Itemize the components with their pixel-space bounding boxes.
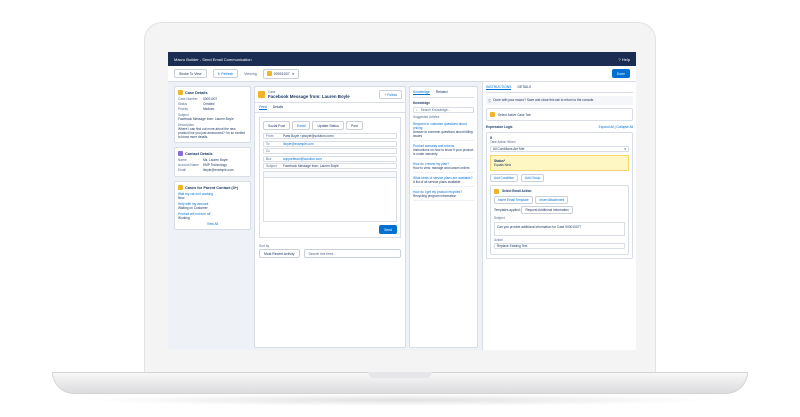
- card-title: Case Details: [185, 90, 208, 95]
- email-action-block: Select Email Action Insert Email Templat…: [490, 184, 629, 255]
- if-block: If Take Action When All Conditions Are M…: [486, 132, 633, 259]
- tab-update-status[interactable]: Update Status: [312, 121, 344, 130]
- tab-social-post[interactable]: Social Post: [263, 121, 290, 130]
- viewing-label: Viewing: [244, 71, 257, 76]
- screen: Macro Builder - Send Email Communication…: [168, 52, 636, 350]
- case-feed-panel: Case Facebook Message from: Lauren Boyle…: [254, 86, 406, 348]
- view-dropdown[interactable]: Stroke To View: [174, 69, 207, 78]
- expand-all-link[interactable]: Expand All: [599, 125, 614, 129]
- list-item[interactable]: Help with my account Waiting on Customer: [178, 202, 247, 210]
- parent-cases-card: Cases for Parent Contact (3+) Wait my ca…: [174, 181, 251, 230]
- laptop-notch: [368, 372, 432, 378]
- from-field[interactable]: From Paris Boyle <pboyle@solution.com>: [263, 133, 397, 139]
- cc-field[interactable]: Cc: [263, 148, 397, 154]
- list-item[interactable]: Product warranty and returns Instructions…: [413, 144, 474, 159]
- contact-details-card: Contact Details Name Ms. Lauren Boyle Acc…: [174, 147, 251, 177]
- insert-template-button[interactable]: Insert Email Template: [494, 195, 533, 204]
- macro-instructions-panel: INSTRUCTIONS DETAILS ⓘ Done with your mac…: [482, 82, 636, 350]
- rich-text-toolbar[interactable]: [263, 171, 397, 178]
- chevron-down-icon: ▾: [624, 146, 626, 151]
- case-icon: [178, 90, 183, 95]
- knowledge-search-input[interactable]: ⌕ Search Knowledge...: [413, 106, 474, 113]
- list-item[interactable]: How do I renew my plan? How to view, mana…: [413, 162, 474, 173]
- insert-attachment-button[interactable]: Insert Attachment: [535, 195, 569, 204]
- subject-textarea[interactable]: Can you provide additional information f…: [494, 221, 625, 236]
- send-button[interactable]: Send: [379, 225, 397, 234]
- template-pill[interactable]: Request Additional Information: [521, 205, 573, 214]
- tab-knowledge[interactable]: Knowledge: [413, 90, 430, 95]
- condition-select[interactable]: All Conditions Are Met ▾: [490, 145, 629, 152]
- tab-related[interactable]: Related: [436, 90, 448, 95]
- list-item[interactable]: Product will not turn off Working: [178, 212, 247, 220]
- list-item[interactable]: How do I get my product recycled? Recycli…: [413, 190, 474, 201]
- tab-details[interactable]: DETAILS: [517, 85, 531, 90]
- tab-instructions[interactable]: INSTRUCTIONS: [486, 85, 512, 90]
- case-title: Facebook Message from: Lauren Boyle: [268, 94, 350, 99]
- list-item[interactable]: Wait my car isn't working New: [178, 192, 247, 200]
- case-icon: [490, 112, 495, 117]
- case-icon: [266, 71, 272, 76]
- knowledge-panel: Knowledge Related Knowledge ⌕ Search Know…: [409, 86, 478, 348]
- contact-icon: [178, 151, 183, 156]
- subject-field[interactable]: Subject Facebook Message from: Lauren Boy…: [263, 163, 397, 169]
- tab-feed[interactable]: Feed: [259, 105, 267, 110]
- list-item[interactable]: Respond to customer questions about pric…: [413, 122, 474, 141]
- add-group-button[interactable]: Add Group: [520, 173, 545, 182]
- case-subject: Facebook Message from: Lauren Boyle: [178, 117, 234, 121]
- collapse-all-link[interactable]: Collapse All: [616, 125, 633, 129]
- step-select-tab[interactable]: Select Active Case Tab: [486, 108, 633, 121]
- email-body-editor[interactable]: [263, 178, 397, 222]
- notice-banner: ⓘ Done with your macro? Save and close th…: [486, 96, 633, 105]
- sort-dropdown[interactable]: Most Recent Activity: [259, 249, 300, 258]
- app-topbar: Macro Builder - Send Email Communication…: [168, 52, 636, 66]
- feed-search-input[interactable]: Search this feed...: [303, 249, 401, 258]
- app-title: Macro Builder - Send Email Communication: [174, 56, 252, 62]
- tab-email[interactable]: Email: [291, 121, 311, 130]
- follow-button[interactable]: + Follow: [379, 90, 402, 99]
- email-icon: [494, 188, 499, 194]
- case-icon: [258, 91, 265, 98]
- case-details-card: Case Details Case Number 00001007 Status C…: [174, 86, 251, 143]
- toolbar: Stroke To View ↻ Refresh Viewing 0000100…: [168, 66, 636, 82]
- laptop-shadow: [80, 394, 720, 406]
- condition-row[interactable]: Status* Equals New: [490, 154, 629, 171]
- bcc-field[interactable]: Bcc supportteam@solution.com: [263, 155, 397, 162]
- action-select[interactable]: Replace Existing Text: [494, 243, 625, 249]
- info-icon: ⓘ: [488, 99, 492, 103]
- refresh-button[interactable]: ↻ Refresh: [212, 69, 239, 78]
- list-item[interactable]: What kinds of service plans are availabl…: [413, 176, 474, 187]
- to-field[interactable]: To lboyle@example.com: [263, 140, 397, 147]
- search-icon: ⌕: [416, 107, 418, 112]
- case-icon: [178, 185, 183, 190]
- left-column: Case Details Case Number 00001007 Status C…: [174, 86, 251, 348]
- tab-details[interactable]: Details: [273, 105, 283, 110]
- tab-post[interactable]: Post: [345, 121, 363, 130]
- case-selector[interactable]: 00001007 ✕: [262, 68, 299, 79]
- add-condition-button[interactable]: Add Condition: [490, 173, 519, 182]
- done-button[interactable]: Done: [611, 69, 630, 78]
- case-description: Where I can find out more about the new …: [178, 127, 246, 139]
- view-all-link[interactable]: View All: [178, 222, 247, 226]
- help-link[interactable]: ? Help: [618, 57, 630, 62]
